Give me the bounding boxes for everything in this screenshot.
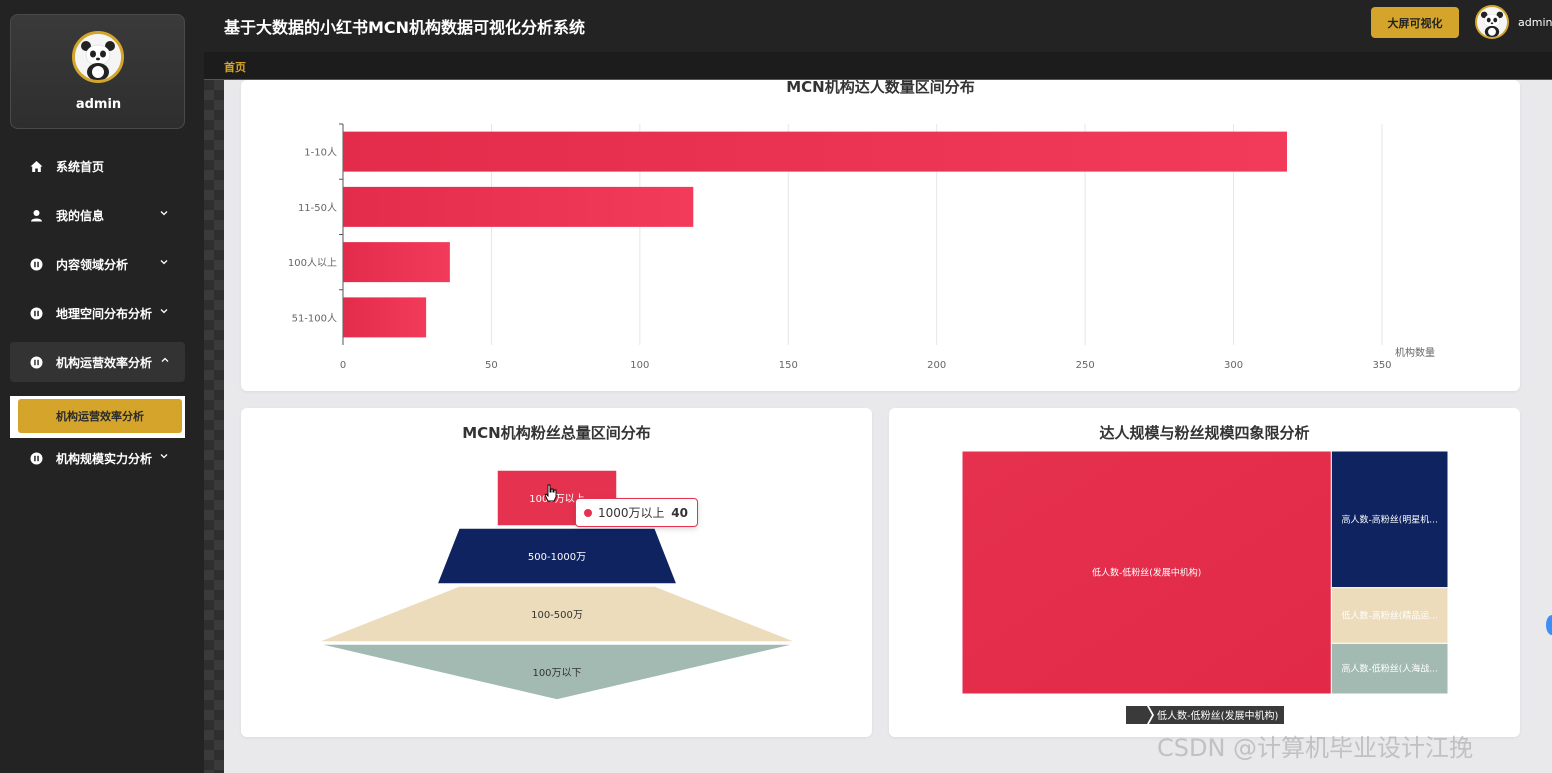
chevron-up-icon bbox=[161, 357, 169, 362]
y-tick-label: 100人以上 bbox=[288, 257, 337, 269]
bigscreen-button[interactable]: 大屏可视化 bbox=[1371, 7, 1459, 38]
x-axis-label: 机构数量 bbox=[1395, 346, 1435, 359]
sidebar-item-label: 机构运营效率分析 bbox=[56, 355, 153, 370]
breadcrumb-bar: 首页 bbox=[204, 52, 1552, 80]
sidebar-item-label: 系统首页 bbox=[56, 159, 105, 174]
x-tick-label: 350 bbox=[1372, 360, 1391, 371]
profile-card: admin bbox=[10, 14, 185, 129]
pause-circle-icon bbox=[30, 356, 43, 369]
treemap-label: 高人数-高粉丝(明星机... bbox=[1342, 513, 1438, 525]
pause-circle-icon bbox=[30, 307, 43, 320]
avatar bbox=[72, 31, 124, 83]
panda-avatar-icon bbox=[75, 34, 121, 80]
watermark: CSDN @计算机毕业设计江挽 bbox=[1157, 734, 1474, 762]
funnel-label: 500-1000万 bbox=[528, 552, 586, 563]
chart-card-quadrant-treemap: 达人规模与粉丝规模四象限分析 低人数-低粉丝(发展中机构) 高人数-高粉丝(明星机… bbox=[889, 408, 1520, 737]
sidebar-item-label: 内容领域分析 bbox=[56, 257, 129, 272]
chart-card-influencer-count: MCN机构达人数量区间分布 0 50 100 150 200 250 300 350 1-10人… bbox=[241, 80, 1520, 391]
chevron-down-icon bbox=[160, 211, 168, 216]
chart-card-fans-funnel: MCN机构粉丝总量区间分布 1000万以上 500-1000万 100-500万 10… bbox=[241, 408, 872, 737]
x-tick-label: 250 bbox=[1076, 360, 1095, 371]
sidebar-item-home[interactable]: 系统首页 bbox=[0, 146, 204, 186]
bar bbox=[343, 131, 1288, 172]
chevron-down-icon bbox=[160, 309, 168, 314]
user-icon bbox=[30, 209, 43, 222]
tooltip-dot bbox=[584, 508, 592, 517]
y-tick-label: 11-50人 bbox=[298, 202, 337, 214]
x-tick-label: 0 bbox=[340, 360, 346, 371]
sidebar-item-label: 地理空间分布分析 bbox=[56, 306, 153, 321]
chevron-down-icon bbox=[160, 454, 168, 459]
sidebar-item-label: 我的信息 bbox=[56, 208, 105, 223]
bar bbox=[343, 186, 694, 227]
x-tick-label: 50 bbox=[485, 360, 498, 371]
app-title: 基于大数据的小红书MCN机构数据可视化分析系统 bbox=[224, 18, 586, 37]
user-avatar[interactable] bbox=[1475, 5, 1509, 39]
header: 基于大数据的小红书MCN机构数据可视化分析系统 大屏可视化 admin bbox=[204, 0, 1552, 52]
x-tick-label: 300 bbox=[1224, 360, 1243, 371]
sidebar-item-operation-efficiency[interactable]: 机构运营效率分析 bbox=[10, 342, 185, 382]
chevron-down-icon bbox=[160, 260, 168, 265]
treemap-label: 高人数-低粉丝(人海战... bbox=[1342, 663, 1438, 675]
bar-chart: 0 50 100 150 200 250 300 350 1-10人 11-50人 100人以上 51… bbox=[288, 123, 1435, 371]
pause-circle-icon bbox=[30, 258, 43, 271]
floating-edge-button[interactable] bbox=[1546, 615, 1552, 635]
sidebar-item-geo-distribution[interactable]: 地理空间分布分析 bbox=[0, 293, 204, 333]
sidebar-menu-rest: 机构规模实力分析 bbox=[0, 438, 204, 487]
hand-cursor-icon bbox=[544, 484, 557, 502]
treemap-breadcrumb-root bbox=[1126, 706, 1152, 724]
sidebar-item-content-domain[interactable]: 内容领域分析 bbox=[0, 244, 204, 284]
sidebar-item-my-info[interactable]: 我的信息 bbox=[0, 195, 204, 235]
breadcrumb-home[interactable]: 首页 bbox=[224, 59, 246, 75]
treemap-chart: 低人数-低粉丝(发展中机构) 高人数-高粉丝(明星机... 低人数-高粉丝(精品运.… bbox=[961, 450, 1449, 724]
main-content: MCN机构达人数量区间分布 0 50 100 150 200 250 300 350 1-10人… bbox=[224, 80, 1552, 773]
pattern-strip bbox=[204, 80, 224, 773]
submenu-item-operation-efficiency[interactable]: 机构运营效率分析 bbox=[18, 399, 182, 433]
bar bbox=[343, 297, 427, 338]
user-name[interactable]: admin bbox=[1518, 16, 1552, 29]
profile-name: admin bbox=[75, 97, 122, 112]
funnel-chart: 1000万以上 500-1000万 100-500万 100万以下 bbox=[316, 469, 798, 701]
funnel-label: 100-500万 bbox=[531, 610, 583, 621]
tooltip-label: 1000万以上 bbox=[598, 506, 665, 520]
home-icon bbox=[30, 160, 43, 173]
pause-circle-icon bbox=[30, 452, 43, 465]
sidebar-item-label: 机构规模实力分析 bbox=[56, 451, 153, 466]
treemap-breadcrumb-label: 低人数-低粉丝(发展中机构) bbox=[1157, 709, 1279, 722]
funnel-label: 100万以下 bbox=[532, 668, 581, 679]
panda-avatar-icon bbox=[1477, 7, 1507, 37]
treemap-label: 低人数-高粉丝(精品运... bbox=[1342, 610, 1438, 622]
y-tick-label: 1-10人 bbox=[304, 147, 337, 159]
y-tick-label: 51-100人 bbox=[292, 312, 337, 324]
chart-tooltip: 1000万以上 40 bbox=[575, 498, 698, 527]
bar bbox=[343, 242, 450, 283]
tooltip-value: 40 bbox=[671, 505, 688, 520]
treemap-label: 低人数-低粉丝(发展中机构) bbox=[1092, 567, 1201, 579]
sidebar-menu: 系统首页 我的信息 内容领域分析 地理空间分布分析 机构运营效率分析 bbox=[0, 146, 204, 391]
x-tick-label: 200 bbox=[927, 360, 946, 371]
sidebar-item-scale-strength[interactable]: 机构规模实力分析 bbox=[0, 438, 204, 478]
sidebar: admin 系统首页 我的信息 内容领域分析 地理空间分布分析 机构运营效率分析… bbox=[0, 0, 204, 773]
x-tick-label: 150 bbox=[779, 360, 798, 371]
submenu: 机构运营效率分析 bbox=[10, 396, 185, 438]
x-tick-label: 100 bbox=[630, 360, 649, 371]
